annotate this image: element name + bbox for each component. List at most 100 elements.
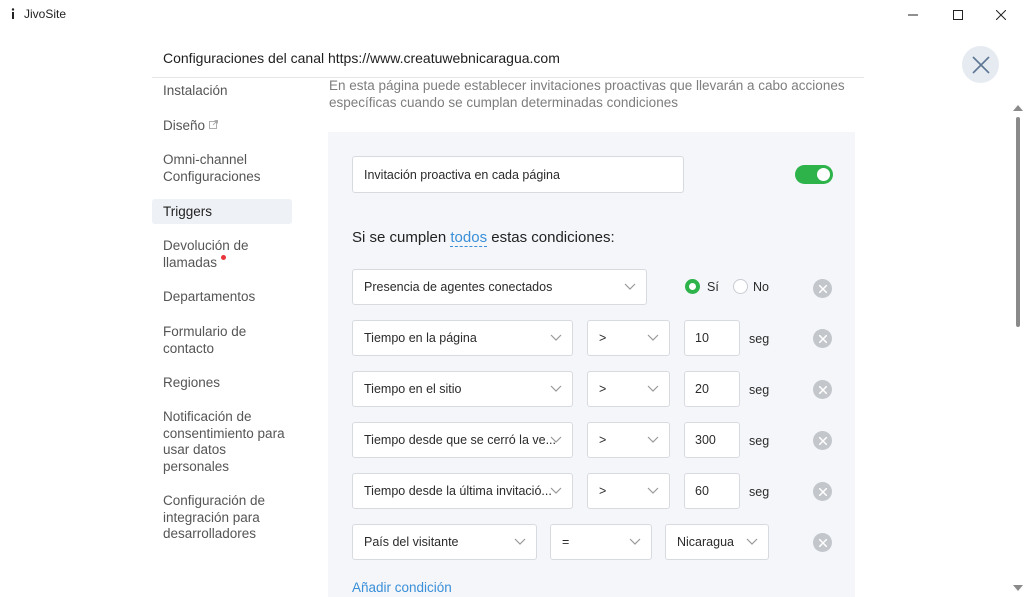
minimize-icon bbox=[908, 14, 918, 15]
maximize-button[interactable] bbox=[935, 0, 981, 29]
condition-value-input[interactable]: 20 bbox=[684, 371, 740, 407]
condition-field-select[interactable]: Presencia de agentes conectados bbox=[352, 269, 647, 305]
condition-field-value: País del visitante bbox=[364, 535, 459, 549]
condition-unit-label: seg bbox=[749, 332, 770, 346]
remove-condition-button[interactable] bbox=[813, 431, 832, 450]
condition-operator-select[interactable]: = bbox=[550, 524, 652, 560]
country-select[interactable]: Nicaragua bbox=[665, 524, 769, 560]
condition-field-select[interactable]: Tiempo en el sitio bbox=[352, 371, 573, 407]
close-icon bbox=[996, 9, 1006, 20]
conditions-suffix: estas condiciones: bbox=[491, 229, 615, 246]
trigger-enabled-toggle[interactable] bbox=[795, 165, 833, 184]
sidebar-item-diseno[interactable]: Diseño bbox=[152, 118, 292, 135]
jivosite-logo-icon bbox=[11, 8, 15, 19]
close-icon bbox=[818, 538, 827, 547]
condition-operator-value: > bbox=[599, 433, 607, 447]
country-value: Nicaragua bbox=[677, 535, 734, 549]
sidebar-item-triggers[interactable]: Triggers bbox=[152, 199, 292, 224]
chevron-down-icon bbox=[624, 283, 636, 290]
conditions-prefix: Si se cumplen bbox=[352, 229, 447, 246]
remove-condition-button[interactable] bbox=[813, 380, 832, 399]
remove-condition-button[interactable] bbox=[813, 482, 832, 501]
scroll-up-arrow-icon[interactable] bbox=[1013, 105, 1023, 111]
page-title: Configuraciones del canal https://www.cr… bbox=[163, 50, 560, 66]
conditions-heading: Si se cumplen todos estas condiciones: bbox=[352, 229, 615, 247]
chevron-down-icon bbox=[550, 436, 562, 443]
condition-value-input[interactable]: 60 bbox=[684, 473, 740, 509]
condition-operator-value: = bbox=[562, 535, 570, 549]
condition-field-select[interactable]: Tiempo en la página bbox=[352, 320, 573, 356]
chevron-down-icon bbox=[550, 334, 562, 341]
chevron-down-icon bbox=[647, 436, 659, 443]
condition-value: 300 bbox=[695, 433, 716, 447]
condition-operator-value: > bbox=[599, 382, 607, 396]
page-description: En esta página puede establecer invitaci… bbox=[329, 78, 845, 110]
window-title: JivoSite bbox=[24, 7, 67, 21]
sidebar-item-notificacion-consentimiento[interactable]: Notificación de consentimiento para usar… bbox=[152, 409, 292, 475]
add-condition-link[interactable]: Añadir condición bbox=[352, 580, 452, 595]
scrollbar-thumb[interactable] bbox=[1016, 117, 1020, 327]
sidebar-item-label: Diseño bbox=[163, 118, 206, 133]
sidebar-item-label: Instalación bbox=[163, 83, 228, 98]
condition-value: 60 bbox=[695, 484, 709, 498]
radio-no[interactable] bbox=[733, 279, 748, 294]
condition-field-select[interactable]: Tiempo desde que se cerró la ve... bbox=[352, 422, 573, 458]
condition-field-select[interactable]: País del visitante bbox=[352, 524, 537, 560]
close-icon bbox=[818, 436, 827, 445]
sidebar-item-omni-channel[interactable]: Omni-channel Configuraciones bbox=[152, 152, 292, 185]
condition-field-value: Tiempo en la página bbox=[364, 331, 477, 345]
condition-operator-select[interactable]: > bbox=[587, 371, 670, 407]
scroll-down-arrow-icon[interactable] bbox=[1013, 585, 1023, 591]
condition-field-value: Tiempo desde que se cerró la ve... bbox=[364, 433, 556, 447]
remove-condition-button[interactable] bbox=[813, 329, 832, 348]
sidebar-item-label: Notificación de consentimiento para usar… bbox=[163, 409, 285, 474]
window-titlebar: JivoSite bbox=[0, 0, 1024, 29]
condition-operator-select[interactable]: > bbox=[587, 473, 670, 509]
maximize-icon bbox=[953, 9, 963, 20]
condition-field-select[interactable]: Tiempo desde la última invitació... bbox=[352, 473, 573, 509]
chevron-down-icon bbox=[514, 538, 526, 545]
minimize-button[interactable] bbox=[890, 0, 936, 29]
trigger-name-input[interactable]: Invitación proactiva en cada página bbox=[352, 156, 684, 193]
notification-dot bbox=[221, 254, 227, 260]
chevron-down-icon bbox=[647, 487, 659, 494]
condition-value-input[interactable]: 300 bbox=[684, 422, 740, 458]
close-icon bbox=[818, 284, 827, 293]
sidebar-item-label: Departamentos bbox=[163, 289, 256, 304]
condition-value: 20 bbox=[695, 382, 709, 396]
external-link-icon bbox=[209, 120, 218, 129]
sidebar-item-devolucion-llamadas[interactable]: Devolución de llamadas bbox=[152, 238, 292, 271]
sidebar-item-configuracion-integracion[interactable]: Configuración de integración para desarr… bbox=[152, 493, 292, 543]
conditions-mode-link[interactable]: todos bbox=[450, 229, 488, 247]
close-settings-button[interactable] bbox=[962, 46, 999, 83]
sidebar-item-regiones[interactable]: Regiones bbox=[152, 375, 292, 392]
chevron-down-icon bbox=[647, 385, 659, 392]
sidebar-item-instalacion[interactable]: Instalación bbox=[152, 83, 292, 100]
sidebar-item-label: Devolución de llamadas bbox=[163, 238, 249, 270]
toggle-knob bbox=[817, 168, 830, 181]
condition-field-value: Presencia de agentes conectados bbox=[364, 280, 553, 294]
sidebar-item-label: Omni-channel Configuraciones bbox=[163, 152, 261, 184]
sidebar-item-departamentos[interactable]: Departamentos bbox=[152, 289, 292, 306]
close-icon bbox=[971, 55, 990, 74]
window-close-button[interactable] bbox=[978, 0, 1024, 29]
condition-field-value: Tiempo desde la última invitació... bbox=[364, 484, 552, 498]
sidebar-item-formulario-contacto[interactable]: Formulario de contacto bbox=[152, 324, 292, 357]
trigger-name-value: Invitación proactiva en cada página bbox=[364, 167, 560, 182]
radio-si-label: Sí bbox=[707, 280, 719, 294]
remove-condition-button[interactable] bbox=[813, 533, 832, 552]
condition-operator-value: > bbox=[599, 484, 607, 498]
condition-operator-value: > bbox=[599, 331, 607, 345]
radio-no-label: No bbox=[753, 280, 769, 294]
condition-value-input[interactable]: 10 bbox=[684, 320, 740, 356]
condition-operator-select[interactable]: > bbox=[587, 320, 670, 356]
remove-condition-button[interactable] bbox=[813, 279, 832, 298]
condition-operator-select[interactable]: > bbox=[587, 422, 670, 458]
chevron-down-icon bbox=[550, 487, 562, 494]
chevron-down-icon bbox=[550, 385, 562, 392]
chevron-down-icon bbox=[629, 538, 641, 545]
radio-si[interactable] bbox=[685, 279, 700, 294]
sidebar-item-label: Triggers bbox=[163, 204, 213, 219]
close-icon bbox=[818, 385, 827, 394]
close-icon bbox=[818, 487, 827, 496]
